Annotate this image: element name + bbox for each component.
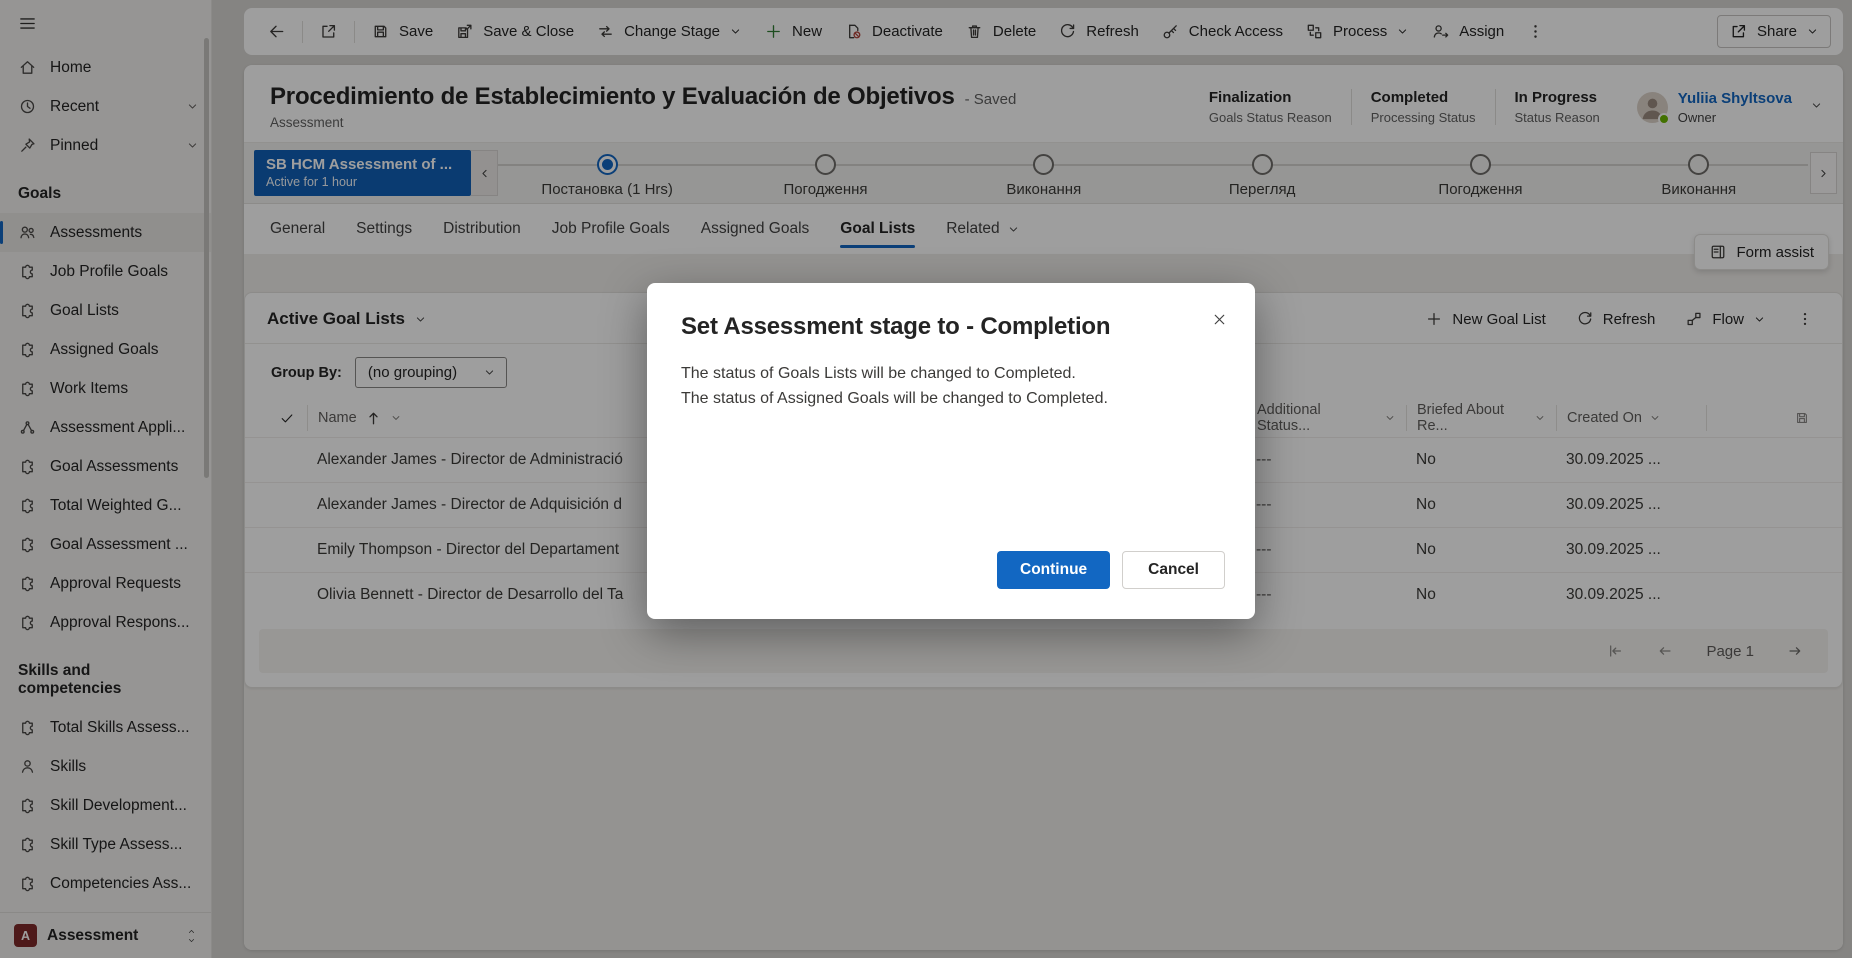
dialog-body: The status of Goals Lists will be change… xyxy=(681,365,1221,408)
close-icon[interactable] xyxy=(1203,303,1235,335)
dialog-actions: Continue Cancel xyxy=(997,551,1225,589)
continue-button[interactable]: Continue xyxy=(997,551,1110,589)
dialog-message-line: The status of Assigned Goals will be cha… xyxy=(681,390,1221,408)
cancel-button[interactable]: Cancel xyxy=(1122,551,1225,589)
dialog-message-line: The status of Goals Lists will be change… xyxy=(681,365,1221,383)
set-stage-dialog: Set Assessment stage to - Completion The… xyxy=(647,283,1255,619)
dialog-title: Set Assessment stage to - Completion xyxy=(681,313,1221,341)
